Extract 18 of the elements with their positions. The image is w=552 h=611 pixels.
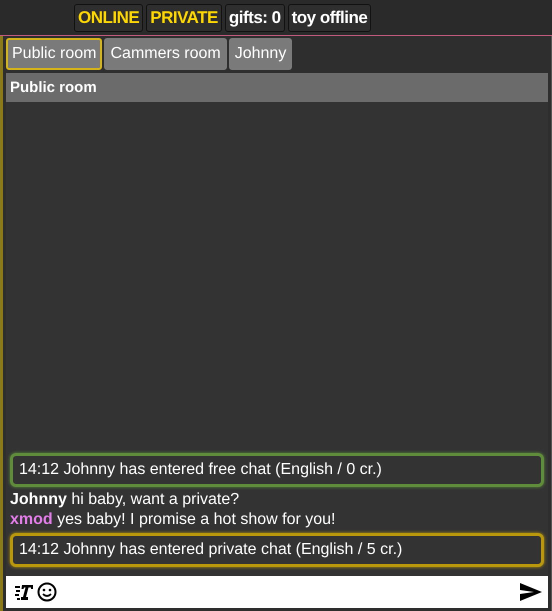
send-icon[interactable]	[520, 583, 542, 601]
message-input[interactable]	[6, 576, 548, 608]
room-tab[interactable]: Johnny	[228, 38, 292, 70]
emoji-icon[interactable]	[37, 582, 57, 602]
status-badge: ONLINE	[74, 4, 144, 32]
status-badge: PRIVATE	[146, 4, 222, 32]
chat-message: hi baby, want a private?	[71, 491, 240, 508]
status-badge: toy offline	[288, 4, 372, 32]
username: xmod	[10, 511, 53, 528]
system-message: 14:12 Johnny has entered private chat (English / 5 cr.)	[10, 533, 544, 567]
room-title: Public room	[6, 73, 548, 102]
text-format-icon[interactable]	[14, 583, 34, 601]
room-tab[interactable]: Cammers room	[104, 38, 227, 70]
username: Johnny	[10, 491, 67, 508]
system-message: 14:12 Johnny has entered free chat (English / 0 cr.)	[10, 453, 544, 487]
chat-message: yes baby! I promise a hot show for you!	[57, 511, 336, 528]
status-badge: gifts: 0	[224, 4, 285, 32]
room-tab[interactable]: Public room	[6, 38, 102, 70]
